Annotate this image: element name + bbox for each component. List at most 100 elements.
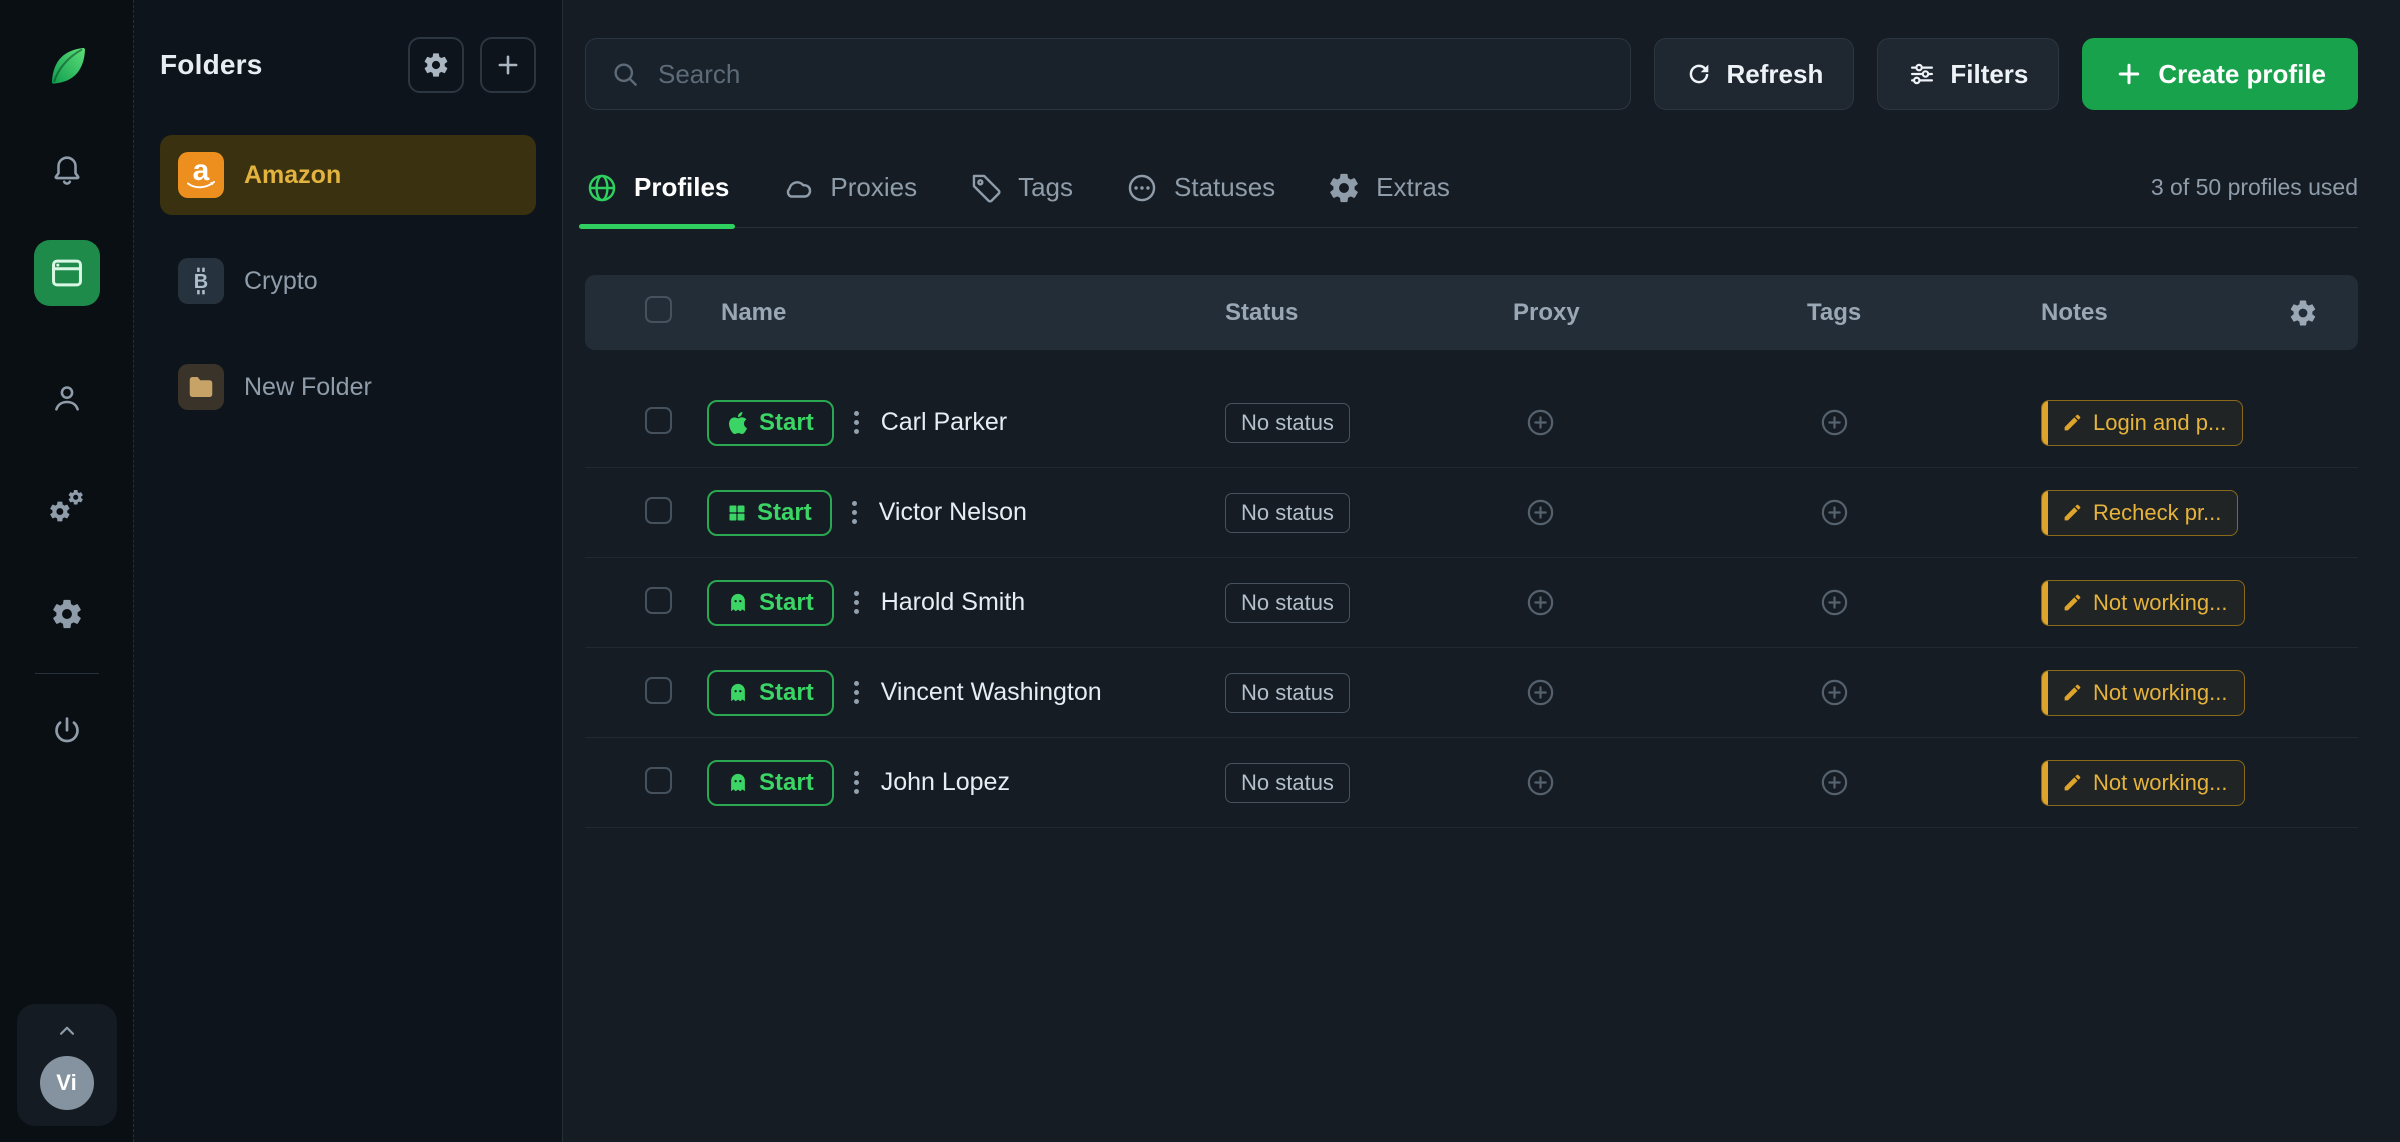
folder-label: Crypto xyxy=(244,267,318,296)
rail-bottom-widget: Vi xyxy=(17,1004,117,1126)
row-menu-kebab-icon[interactable] xyxy=(852,501,857,524)
ghost-browser-icon xyxy=(727,592,749,614)
status-dots-icon xyxy=(1125,171,1159,205)
globe-icon xyxy=(585,171,619,205)
note-chip[interactable]: Not working... xyxy=(2041,760,2245,806)
status-chip[interactable]: No status xyxy=(1225,673,1350,713)
folder-label: Amazon xyxy=(244,161,341,190)
automation-gears-icon[interactable] xyxy=(48,487,86,525)
status-chip[interactable]: No status xyxy=(1225,403,1350,443)
status-chip[interactable]: No status xyxy=(1225,583,1350,623)
folder-item-crypto[interactable]: B Crypto xyxy=(160,241,536,321)
create-profile-button[interactable]: Create profile xyxy=(2082,38,2358,110)
start-profile-button[interactable]: Start xyxy=(707,490,832,536)
tab-statuses[interactable]: Statuses xyxy=(1125,148,1275,227)
table-row[interactable]: Start Harold Smith No status Not working… xyxy=(585,558,2358,648)
profile-name: Carl Parker xyxy=(881,408,1007,437)
column-proxy: Proxy xyxy=(1513,299,1807,327)
row-menu-kebab-icon[interactable] xyxy=(854,591,859,614)
note-chip[interactable]: Login and p... xyxy=(2041,400,2243,446)
start-profile-button[interactable]: Start xyxy=(707,400,834,446)
rail-divider xyxy=(35,673,99,674)
amazon-icon: a xyxy=(178,152,224,198)
add-tag-icon[interactable] xyxy=(1819,677,1850,708)
add-proxy-icon[interactable] xyxy=(1525,407,1556,438)
add-proxy-icon[interactable] xyxy=(1525,587,1556,618)
row-menu-kebab-icon[interactable] xyxy=(854,411,859,434)
profile-name: John Lopez xyxy=(881,768,1010,797)
table-row[interactable]: Start Victor Nelson No status Recheck pr… xyxy=(585,468,2358,558)
folder-item-amazon[interactable]: a Amazon xyxy=(160,135,536,215)
row-checkbox[interactable] xyxy=(645,407,672,434)
search-box xyxy=(585,38,1631,110)
row-checkbox[interactable] xyxy=(645,767,672,794)
user-icon[interactable] xyxy=(50,381,84,415)
refresh-button[interactable]: Refresh xyxy=(1654,38,1855,110)
ghost-browser-icon xyxy=(727,772,749,794)
start-profile-button[interactable]: Start xyxy=(707,580,834,626)
row-checkbox[interactable] xyxy=(645,677,672,704)
note-chip[interactable]: Recheck pr... xyxy=(2041,490,2238,536)
row-menu-kebab-icon[interactable] xyxy=(854,771,859,794)
tag-icon xyxy=(969,171,1003,205)
table-row[interactable]: Start Vincent Washington No status Not w… xyxy=(585,648,2358,738)
filters-icon xyxy=(1908,60,1936,88)
add-proxy-icon[interactable] xyxy=(1525,767,1556,798)
svg-text:B: B xyxy=(194,271,208,293)
note-chip[interactable]: Not working... xyxy=(2041,580,2245,626)
table-settings-icon[interactable] xyxy=(2288,298,2318,328)
power-icon[interactable] xyxy=(50,714,84,748)
status-chip[interactable]: No status xyxy=(1225,493,1350,533)
tab-profiles[interactable]: Profiles xyxy=(585,148,729,227)
search-input[interactable] xyxy=(658,59,1606,90)
note-chip[interactable]: Not working... xyxy=(2041,670,2245,716)
table-header: Name Status Proxy Tags Notes xyxy=(585,275,2358,350)
profile-name: Harold Smith xyxy=(881,588,1026,617)
pencil-icon xyxy=(2062,682,2083,703)
start-profile-button[interactable]: Start xyxy=(707,760,834,806)
folder-settings-button[interactable] xyxy=(408,37,464,93)
column-tags: Tags xyxy=(1807,299,2041,327)
table-row[interactable]: Start John Lopez No status Not working..… xyxy=(585,738,2358,828)
cloud-icon xyxy=(781,171,815,205)
start-profile-button[interactable]: Start xyxy=(707,670,834,716)
tab-bar: Profiles Proxies Tags Statuses Extras 3 … xyxy=(585,148,2358,228)
add-proxy-icon[interactable] xyxy=(1525,677,1556,708)
bell-icon[interactable] xyxy=(50,152,84,186)
bitcoin-icon: B xyxy=(178,258,224,304)
row-checkbox[interactable] xyxy=(645,587,672,614)
column-status: Status xyxy=(1225,299,1513,327)
tab-tags[interactable]: Tags xyxy=(969,148,1073,227)
status-chip[interactable]: No status xyxy=(1225,763,1350,803)
add-folder-button[interactable] xyxy=(480,37,536,93)
column-notes: Notes xyxy=(2041,299,2108,327)
icon-rail: Vi xyxy=(0,0,133,1142)
tab-proxies[interactable]: Proxies xyxy=(781,148,917,227)
folder-item-new-folder[interactable]: New Folder xyxy=(160,347,536,427)
add-tag-icon[interactable] xyxy=(1819,497,1850,528)
row-checkbox[interactable] xyxy=(645,497,672,524)
gear-icon xyxy=(1327,171,1361,205)
profiles-table-body: Start Carl Parker No status Login and p.… xyxy=(585,378,2358,828)
browser-profiles-icon[interactable] xyxy=(34,240,100,306)
plus-icon xyxy=(2114,59,2144,89)
select-all-checkbox[interactable] xyxy=(645,296,672,323)
add-proxy-icon[interactable] xyxy=(1525,497,1556,528)
pencil-icon xyxy=(2062,592,2083,613)
pencil-icon xyxy=(2062,772,2083,793)
tab-extras[interactable]: Extras xyxy=(1327,148,1450,227)
add-tag-icon[interactable] xyxy=(1819,587,1850,618)
profiles-usage: 3 of 50 profiles used xyxy=(2151,174,2358,201)
search-icon xyxy=(610,59,640,89)
main-content: Refresh Filters Create profile Profiles … xyxy=(563,0,2400,1142)
chevron-up-icon[interactable] xyxy=(54,1018,80,1044)
settings-gear-icon[interactable] xyxy=(50,597,84,631)
table-row[interactable]: Start Carl Parker No status Login and p.… xyxy=(585,378,2358,468)
add-tag-icon[interactable] xyxy=(1819,407,1850,438)
windows-icon xyxy=(727,503,747,523)
filters-button[interactable]: Filters xyxy=(1877,38,2059,110)
user-avatar[interactable]: Vi xyxy=(40,1056,94,1110)
add-tag-icon[interactable] xyxy=(1819,767,1850,798)
row-menu-kebab-icon[interactable] xyxy=(854,681,859,704)
refresh-icon xyxy=(1685,60,1713,88)
